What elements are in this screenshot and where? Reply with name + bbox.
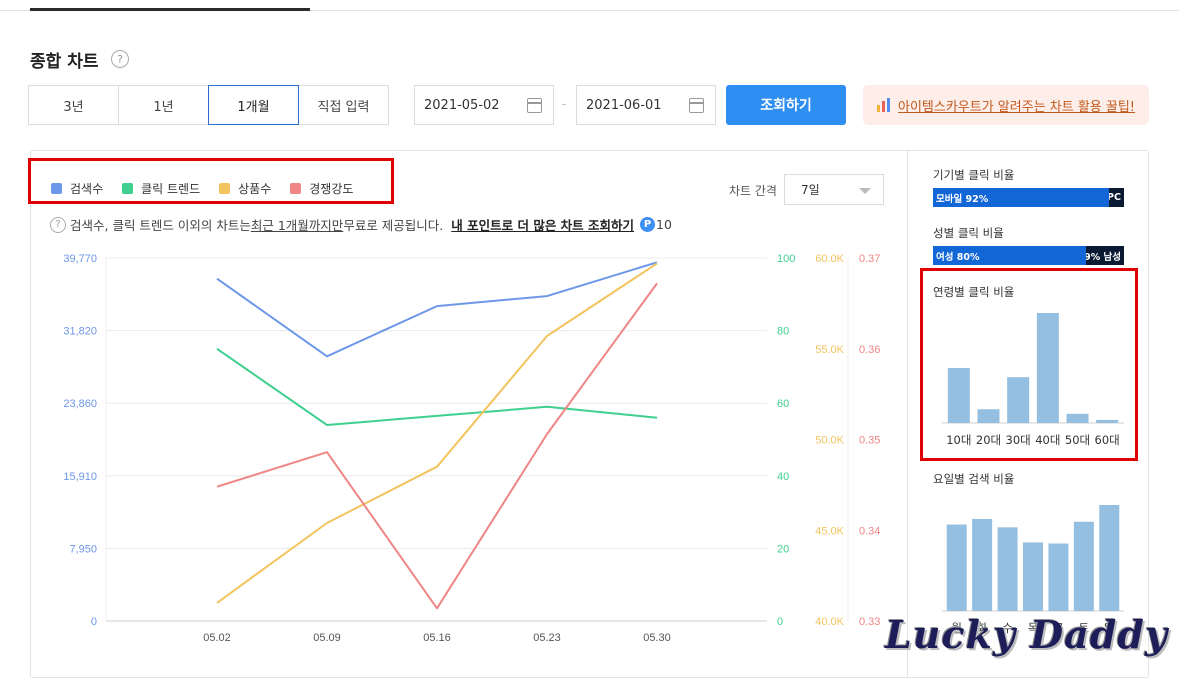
right-axis-tick: 55.0K [815, 344, 844, 356]
x-axis-tick: 05.23 [533, 632, 561, 644]
x-axis-tick: 05.09 [313, 632, 341, 644]
bar [1023, 542, 1043, 611]
bar [946, 524, 967, 611]
right-axis-tick: 80 [777, 326, 789, 338]
bar [1048, 543, 1069, 611]
pc-segment: 7% PC [1108, 188, 1124, 207]
right-axis-tick: 45.0K [815, 525, 844, 537]
right-axis-tick: 60.0K [815, 253, 844, 265]
period-1m-button[interactable]: 1개월 [208, 85, 299, 125]
left-axis-tick: 7,950 [69, 543, 97, 555]
right-axis-tick: 0.35 [859, 435, 880, 447]
right-axis-tick: 0.36 [859, 344, 880, 356]
gender-ratio-title: 성별 클릭 비율 [933, 226, 1004, 240]
left-axis-tick: 31,820 [63, 326, 97, 338]
right-axis-tick: 0.34 [859, 525, 880, 537]
male-segment: 19% 남성 [1085, 246, 1124, 265]
bar [1099, 505, 1120, 611]
left-axis-tick: 15,910 [63, 471, 97, 483]
mobile-segment: 모바일 92% [933, 188, 1109, 207]
left-axis-tick: 0 [91, 616, 97, 628]
right-axis-tick: 40 [777, 471, 789, 483]
left-axis-tick: 39,770 [63, 253, 97, 265]
right-axis-tick: 50.0K [815, 435, 844, 447]
weekday-ratio-title: 요일별 검색 비율 [933, 472, 1015, 486]
left-axis-tick: 23,860 [63, 398, 97, 410]
right-axis-tick: 0.33 [859, 616, 880, 628]
right-axis-tick: 40.0K [815, 616, 844, 628]
series-line [216, 262, 658, 604]
device-ratio-bar: 모바일 92% 7% PC [933, 188, 1124, 207]
series-line [216, 347, 658, 426]
x-axis-tick: 05.16 [423, 632, 451, 644]
right-axis-tick: 20 [777, 543, 789, 555]
series-line [216, 261, 658, 358]
device-ratio-title: 기기별 클릭 비율 [933, 168, 1015, 182]
right-axis-tick: 100 [777, 253, 795, 265]
right-axis-tick: 60 [777, 398, 789, 410]
right-axis-tick: 0 [777, 616, 783, 628]
female-segment: 여성 80% [933, 246, 1086, 265]
series-line [216, 282, 658, 610]
gender-ratio-bar: 여성 80% 19% 남성 [933, 246, 1124, 265]
x-axis-tick: 05.30 [643, 632, 671, 644]
watermark-signature: Lucky Daddy [885, 612, 1168, 657]
x-axis-tick: 05.02 [203, 632, 231, 644]
age-ratio-title: 연령별 클릭 비율 [933, 285, 1015, 299]
right-axis-tick: 0.37 [859, 253, 880, 265]
bar [972, 518, 993, 611]
bar [997, 527, 1018, 611]
bar [1073, 521, 1094, 611]
